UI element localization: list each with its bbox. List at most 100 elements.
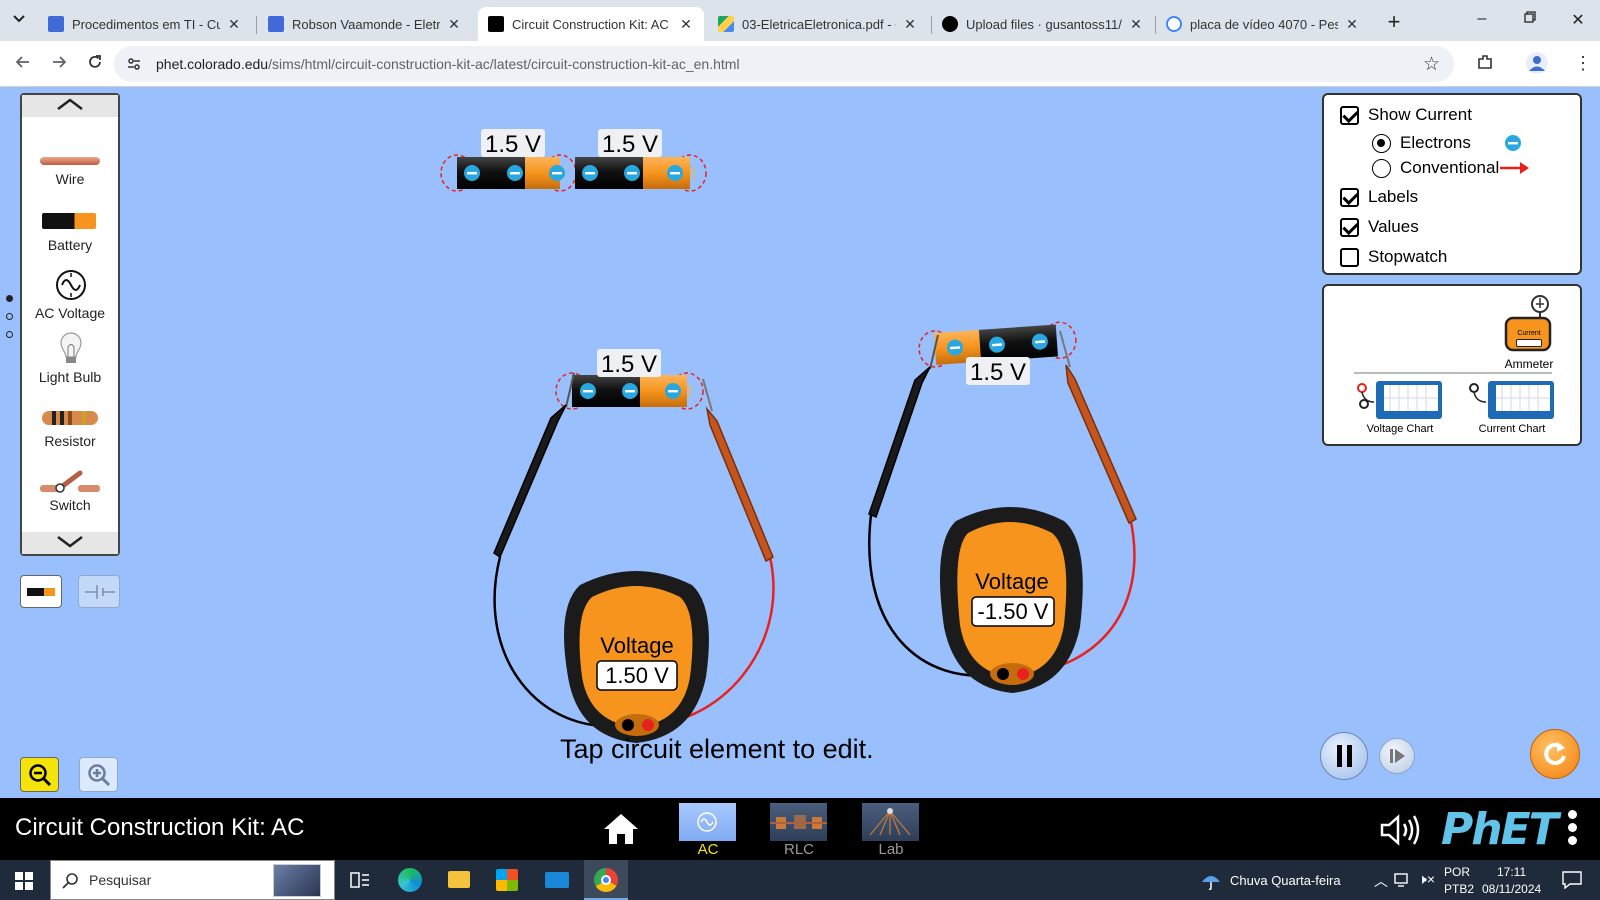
close-tab-icon[interactable]: ✕ (226, 16, 242, 33)
browser-tab[interactable]: Upload files · gusantoss11/se ✕ (932, 7, 1154, 41)
browser-tab-active[interactable]: Circuit Construction Kit: AC ✕ (478, 7, 704, 41)
reload-icon[interactable] (86, 53, 104, 76)
reset-icon (1544, 742, 1566, 765)
close-tab-icon[interactable]: ✕ (446, 16, 462, 33)
electron-icon (665, 383, 681, 399)
phet-logo[interactable]: PhET (1441, 804, 1559, 855)
battery-voltage-label: 1.5 V (970, 359, 1026, 386)
browser-toolbar: phet.colorado.edu/sims/html/circuit-cons… (0, 41, 1600, 87)
tab-title: Upload files · gusantoss11/se (966, 16, 1122, 32)
tab-title: 03-EletricaEletronica.pdf - Go (742, 16, 896, 32)
extensions-icon[interactable] (1476, 53, 1494, 76)
bookmark-star-icon[interactable]: ☆ (1423, 53, 1440, 76)
browser-tab[interactable]: placa de vídeo 4070 - Pesqui ✕ (1156, 7, 1370, 41)
address-bar[interactable]: phet.colorado.edu/sims/html/circuit-cons… (114, 46, 1454, 82)
battery-voltage-label: 1.5 V (602, 131, 658, 158)
search-placeholder: Pesquisar (89, 872, 152, 888)
circuit-canvas: 1.5 V 1.5 V 1.5 V 1.5 V Voltage 1.50 V V… (440, 129, 1137, 743)
tab-favicon-icon (268, 16, 284, 32)
sound-icon[interactable] (1380, 814, 1422, 846)
weather-text[interactable]: Chuva Quarta-feira (1230, 873, 1341, 888)
language-code[interactable]: POR (1444, 865, 1470, 879)
screen-label: Lab (878, 841, 904, 858)
battery-element[interactable]: 1.5 V (440, 129, 577, 192)
play-pause-button[interactable] (1320, 732, 1368, 780)
electron-icon (622, 383, 638, 399)
voltmeter[interactable]: Voltage 1.50 V (493, 372, 775, 743)
back-arrow-icon[interactable] (14, 53, 32, 76)
browser-tab[interactable]: Procedimentos em TI - Curso ✕ (38, 7, 252, 41)
red-probe-tip (702, 378, 713, 412)
clock-date[interactable]: 08/11/2024 (1482, 882, 1541, 896)
screen-rlc-button[interactable]: RLC (764, 801, 834, 859)
black-probe[interactable] (493, 404, 567, 559)
home-icon[interactable] (602, 812, 640, 846)
volume-muted-icon[interactable]: 🕨× (1418, 871, 1435, 888)
keyboard-layout[interactable]: PTB2 (1444, 882, 1474, 896)
screen-lab-button[interactable]: Lab (856, 801, 926, 859)
restore-window-icon[interactable] (1518, 10, 1542, 28)
red-probe[interactable] (1065, 364, 1137, 525)
taskbar-search-box[interactable]: Pesquisar (50, 860, 335, 900)
profile-avatar-icon[interactable] (1526, 52, 1548, 74)
notifications-icon[interactable] (1562, 871, 1582, 889)
mail-icon[interactable] (545, 872, 569, 888)
red-probe[interactable] (705, 406, 774, 563)
electron-icon (464, 165, 480, 181)
rlc-screen-icon (770, 803, 827, 841)
black-probe[interactable] (868, 366, 931, 519)
voltmeter-reading: 1.50 V (605, 663, 669, 688)
search-icon (62, 873, 78, 889)
tab-title: Robson Vaamonde - Eletricid (292, 16, 440, 32)
voltmeter-title: Voltage (600, 633, 673, 658)
network-icon[interactable] (1394, 872, 1412, 888)
task-view-icon[interactable] (350, 871, 370, 889)
minimize-window-icon[interactable]: – (1470, 10, 1494, 28)
zoom-in-icon (88, 764, 111, 787)
file-explorer-icon[interactable] (448, 871, 470, 888)
weather-rain-icon[interactable] (1198, 870, 1224, 890)
microsoft-store-icon[interactable] (496, 869, 518, 891)
browser-tab[interactable]: 03-EletricaEletronica.pdf - Go ✕ (708, 7, 928, 41)
browser-menu-icon[interactable]: ⋮ (1574, 52, 1592, 74)
close-tab-icon[interactable]: ✕ (1128, 16, 1144, 33)
close-tab-icon[interactable]: ✕ (1344, 16, 1360, 33)
chrome-taskbar-button[interactable] (584, 860, 628, 900)
close-tab-icon[interactable]: ✕ (902, 16, 918, 33)
site-settings-icon[interactable] (126, 56, 142, 77)
tray-chevron-icon[interactable]: ︿ (1374, 871, 1388, 891)
edge-icon[interactable] (398, 868, 422, 892)
electron-icon (580, 383, 596, 399)
tab-search-icon[interactable] (8, 11, 30, 31)
search-highlight-image (273, 864, 321, 897)
close-window-icon[interactable]: ✕ (1566, 10, 1590, 30)
battery-element[interactable]: 1.5 V (575, 129, 707, 192)
google-drive-favicon-icon (718, 16, 734, 32)
ac-voltage-screen-icon (679, 803, 736, 841)
new-tab-icon[interactable]: + (1380, 9, 1408, 35)
close-tab-icon[interactable]: ✕ (678, 16, 694, 33)
zoom-out-button[interactable] (20, 757, 59, 792)
clock-time[interactable]: 17:11 (1497, 865, 1526, 879)
electron-icon (624, 165, 640, 181)
screen-label: RLC (783, 841, 814, 858)
battery-voltage-label: 1.5 V (601, 351, 657, 378)
tab-title: Circuit Construction Kit: AC (512, 16, 669, 32)
url-path: /sims/html/circuit-construction-kit-ac/l… (268, 56, 740, 72)
step-forward-button[interactable] (1379, 738, 1415, 774)
url-host: phet.colorado.edu (156, 56, 269, 72)
electron-icon (582, 165, 598, 181)
forward-arrow-icon[interactable] (50, 53, 68, 76)
zoom-in-button[interactable] (79, 757, 118, 792)
battery-element[interactable]: 1.5 V (555, 349, 704, 410)
phet-menu-icon[interactable] (1568, 810, 1578, 845)
screen-ac-voltage-button[interactable]: AC Voltage (673, 801, 743, 875)
windows-start-icon[interactable] (15, 872, 33, 890)
chrome-icon (594, 868, 618, 892)
browser-tab[interactable]: Robson Vaamonde - Eletricid ✕ (258, 7, 472, 41)
electron-icon (507, 165, 523, 181)
voltmeter-red-jack (1017, 668, 1029, 680)
url-text: phet.colorado.edu/sims/html/circuit-cons… (156, 56, 740, 72)
voltmeter-black-jack (997, 668, 1009, 680)
reset-all-button[interactable] (1530, 729, 1580, 779)
